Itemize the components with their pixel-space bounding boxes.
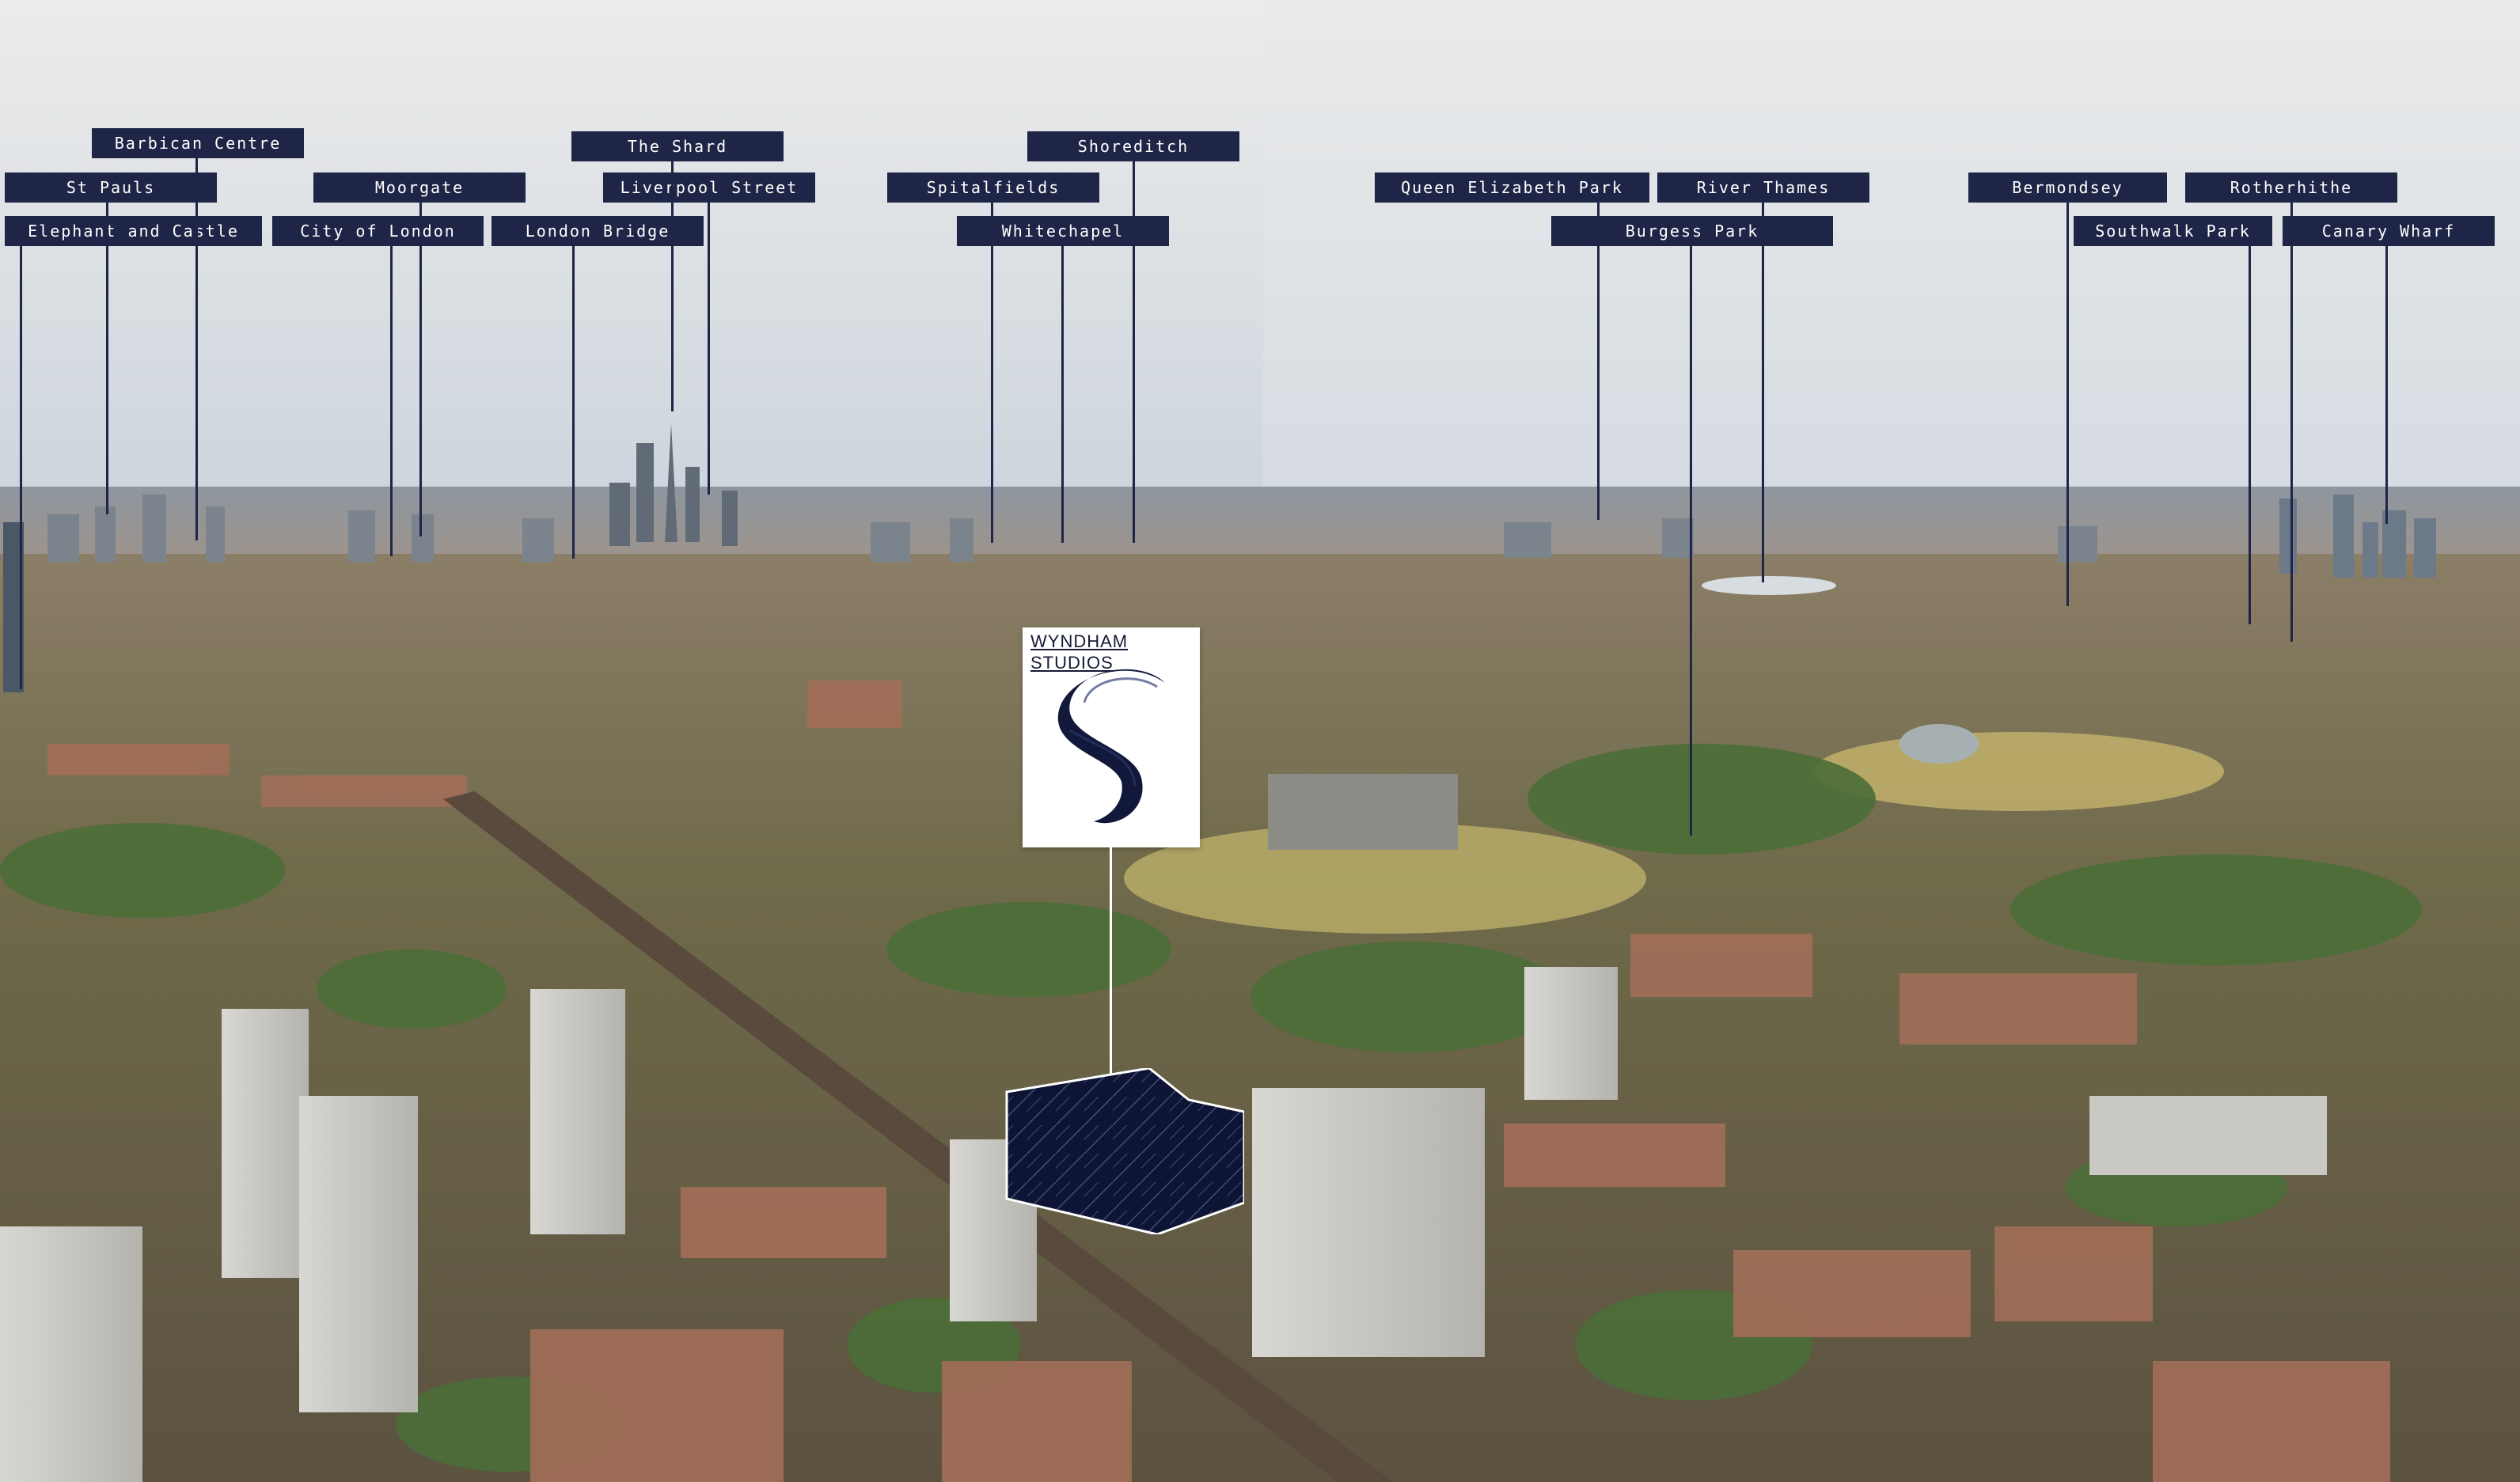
label-burgess-park: Burgess Park <box>1551 216 1833 246</box>
label-canary-wharf: Canary Wharf <box>2283 216 2495 246</box>
wyndham-studios-logo: WYNDHAM STUDIOS <box>1023 627 1200 847</box>
label-the-shard: The Shard <box>571 131 784 161</box>
leader-line-st-pauls <box>106 203 108 514</box>
leader-line-shoreditch <box>1133 161 1135 543</box>
leader-line-liverpool-street <box>708 203 710 495</box>
leader-line-whitechapel <box>1061 246 1064 543</box>
label-river-thames: River Thames <box>1657 172 1869 203</box>
leader-line-rotherhithe <box>2290 203 2293 642</box>
label-elephant-and-castle: Elephant and Castle <box>5 216 262 246</box>
brush-stroke-s-icon <box>1057 669 1165 824</box>
label-st-pauls: St Pauls <box>5 172 217 203</box>
label-moorgate: Moorgate <box>313 172 526 203</box>
leader-line-elephant-and-castle <box>20 246 22 689</box>
leader-line-spitalfields <box>991 203 993 543</box>
label-spitalfields: Spitalfields <box>887 172 1099 203</box>
leader-line-london-bridge <box>572 246 575 559</box>
leader-line-moorgate <box>419 203 422 536</box>
label-barbican-centre: Barbican Centre <box>92 128 304 158</box>
leader-line-southwalk-park <box>2249 246 2251 624</box>
label-queen-elizabeth-park: Queen Elizabeth Park <box>1375 172 1649 203</box>
leader-line-burgess-park <box>1690 246 1692 836</box>
label-shoreditch: Shoreditch <box>1027 131 1239 161</box>
leader-line-canary-wharf <box>2385 246 2388 524</box>
leader-line-bermondsey <box>2066 203 2069 606</box>
label-liverpool-street: Liverpool Street <box>603 172 815 203</box>
leader-line-city-of-london <box>390 246 393 556</box>
leader-line-river-thames <box>1762 203 1764 582</box>
label-southwalk-park: Southwalk Park <box>2074 216 2272 246</box>
leader-line-queen-elizabeth-park <box>1597 203 1600 520</box>
label-whitechapel: Whitechapel <box>957 216 1169 246</box>
label-city-of-london: City of London <box>272 216 484 246</box>
label-bermondsey: Bermondsey <box>1968 172 2167 203</box>
label-rotherhithe: Rotherhithe <box>2185 172 2397 203</box>
site-marker-block <box>1005 1068 1244 1234</box>
leader-line-the-shard <box>671 161 674 411</box>
location-pointer-line <box>1110 847 1112 1083</box>
leader-line-barbican-centre <box>195 158 198 540</box>
